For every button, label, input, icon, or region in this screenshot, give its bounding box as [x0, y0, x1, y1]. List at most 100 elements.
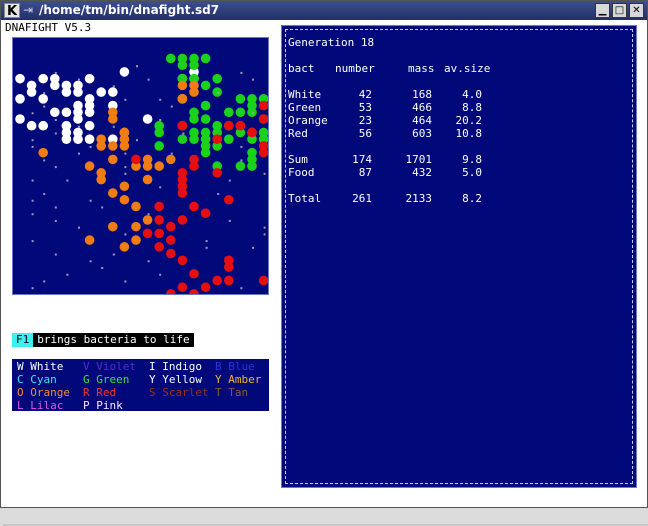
- green-bacterium: [247, 161, 257, 171]
- row-green-mass: 466: [382, 101, 432, 114]
- food-particle: [148, 213, 150, 215]
- food-particle: [136, 139, 138, 141]
- orange-bacterium: [166, 155, 176, 165]
- green-bacterium: [224, 134, 234, 144]
- food-particle: [32, 139, 34, 141]
- row-red-number: 56: [322, 127, 372, 140]
- row-sum-mass: 1701: [382, 153, 432, 166]
- close-button[interactable]: ✕: [629, 3, 644, 18]
- green-bacterium: [178, 60, 188, 70]
- red-bacterium: [212, 134, 222, 144]
- food-particle: [229, 220, 231, 222]
- row-total-name: Total: [288, 192, 321, 205]
- white-bacterium: [38, 94, 48, 104]
- food-particle: [32, 240, 34, 242]
- legend-item-tan: T Tan: [215, 386, 248, 399]
- food-particle: [124, 166, 126, 168]
- white-bacterium: [85, 134, 95, 144]
- red-bacterium: [189, 161, 199, 171]
- food-particle: [171, 153, 173, 155]
- orange-bacterium: [38, 148, 48, 158]
- food-particle: [113, 85, 115, 87]
- orange-bacterium: [85, 161, 95, 171]
- orange-bacterium: [108, 155, 118, 165]
- food-particle: [113, 254, 115, 256]
- red-bacterium: [154, 229, 164, 239]
- application-window: K ⇥ /home/tm/bin/dnafight.sd7 ▁ □ ✕ DNAF…: [0, 0, 648, 508]
- header-number: number: [335, 62, 375, 75]
- food-particle: [101, 206, 103, 208]
- food-particle: [159, 99, 161, 101]
- orange-bacterium: [143, 161, 153, 171]
- food-particle: [55, 119, 57, 121]
- row-sum-name: Sum: [288, 153, 308, 166]
- red-bacterium: [178, 255, 188, 265]
- maximize-button[interactable]: □: [612, 3, 627, 18]
- orange-bacterium: [154, 161, 164, 171]
- row-white-number: 42: [322, 88, 372, 101]
- header-avsize: av.size: [444, 62, 490, 75]
- food-particle: [32, 180, 34, 182]
- green-bacterium: [236, 107, 246, 117]
- green-bacterium: [189, 114, 199, 124]
- red-bacterium: [189, 269, 199, 279]
- white-bacterium: [38, 74, 48, 84]
- window-menu-icon[interactable]: K: [4, 3, 20, 18]
- food-particle: [159, 119, 161, 121]
- row-white-avsize: 4.0: [432, 88, 482, 101]
- food-particle: [90, 200, 92, 202]
- orange-bacterium: [131, 222, 141, 232]
- row-orange-mass: 464: [382, 114, 432, 127]
- legend-item-white: W White: [17, 360, 63, 373]
- food-particle: [252, 247, 254, 249]
- row-red-avsize: 10.8: [432, 127, 482, 140]
- food-particle: [43, 159, 45, 161]
- green-bacterium: [236, 94, 246, 104]
- red-bacterium: [259, 114, 268, 124]
- white-bacterium: [85, 107, 95, 117]
- white-bacterium: [15, 94, 25, 104]
- food-particle: [32, 213, 34, 215]
- legend-item-blue: B Blue: [215, 360, 255, 373]
- white-bacterium: [50, 81, 60, 91]
- row-green-number: 53: [322, 101, 372, 114]
- food-particle: [32, 146, 34, 148]
- food-particle: [78, 126, 80, 128]
- row-orange-avsize: 20.2: [432, 114, 482, 127]
- food-particle: [240, 159, 242, 161]
- red-bacterium: [212, 168, 222, 178]
- food-particle: [206, 247, 208, 249]
- food-particle: [66, 274, 68, 276]
- food-particle: [264, 233, 266, 235]
- green-bacterium: [212, 74, 222, 84]
- red-bacterium: [178, 188, 188, 198]
- red-bacterium: [154, 202, 164, 212]
- food-particle: [55, 132, 57, 134]
- red-bacterium: [166, 222, 176, 232]
- orange-bacterium: [178, 94, 188, 104]
- row-white-mass: 168: [382, 88, 432, 101]
- green-bacterium: [201, 81, 211, 91]
- white-bacterium: [15, 114, 25, 124]
- red-bacterium: [166, 235, 176, 245]
- green-bacterium: [224, 107, 234, 117]
- red-bacterium: [247, 128, 257, 138]
- green-bacterium: [166, 54, 176, 64]
- green-bacterium: [154, 128, 164, 138]
- row-food-avsize: 5.0: [432, 166, 482, 179]
- red-bacterium: [189, 289, 199, 294]
- window-title: /home/tm/bin/dnafight.sd7: [39, 2, 219, 19]
- red-bacterium: [131, 155, 141, 165]
- legend-item-red: R Red: [83, 386, 116, 399]
- row-sum-avsize: 9.8: [432, 153, 482, 166]
- row-total-number: 261: [322, 192, 372, 205]
- window-arrow-icon[interactable]: ⇥: [23, 3, 33, 17]
- petri-field[interactable]: [12, 37, 269, 295]
- food-particle: [90, 260, 92, 262]
- white-bacterium: [73, 114, 83, 124]
- minimize-button[interactable]: ▁: [595, 3, 610, 18]
- legend-item-yellow: Y Yellow: [149, 373, 202, 386]
- food-particle: [124, 173, 126, 175]
- title-bar[interactable]: K ⇥ /home/tm/bin/dnafight.sd7 ▁ □ ✕: [1, 1, 647, 20]
- bacteria-canvas: [13, 38, 268, 294]
